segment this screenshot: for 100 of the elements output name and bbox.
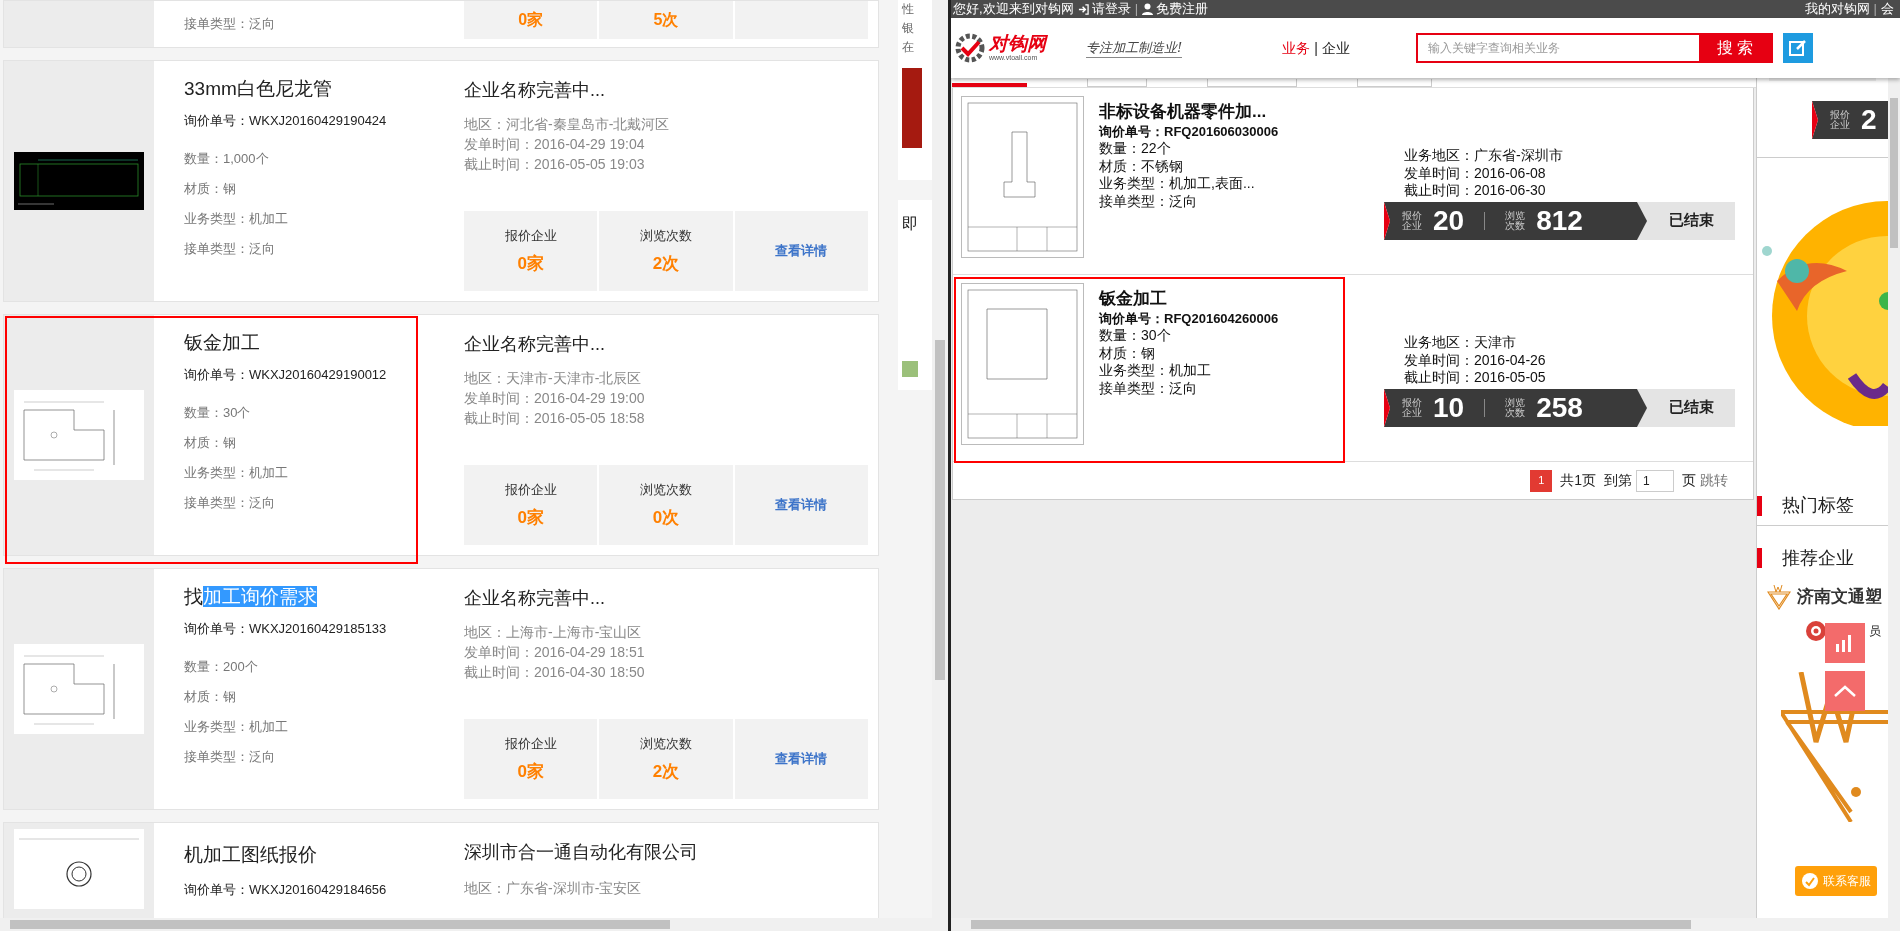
stat-value: 258 (1536, 393, 1583, 422)
nav-tab[interactable]: 企业 (1321, 37, 1350, 59)
detail-text: 接单类型：泛向 (184, 748, 276, 765)
user-icon (1142, 3, 1153, 15)
edit-button[interactable] (1782, 33, 1813, 63)
info-text: 发单时间：2016-04-29 19:04 (464, 135, 646, 154)
stat-value: 0家 (518, 10, 544, 30)
details-link[interactable]: 查看详情 (775, 749, 828, 769)
stat-label: 浏览次数 (640, 226, 692, 245)
side-text: 性银在 (902, 1, 914, 57)
stat-label: 报价企业 (504, 734, 557, 753)
detail-text: 数量：1,000个 (184, 150, 270, 167)
stat-value: 2次 (652, 253, 680, 275)
detail-text: 数量：22个 (1099, 140, 1172, 158)
company-name: 企业名称完善中... (464, 79, 606, 102)
section-heading: 热门标签 (1782, 494, 1854, 517)
section-heading: 推荐企业 (1782, 546, 1854, 570)
login-link[interactable]: 请登录 (1077, 0, 1131, 19)
stat-value: 5次 (653, 10, 679, 30)
listing-title[interactable]: 非标设备机器零件加... (1099, 101, 1384, 123)
detail-text: 接单类型：泛向 (184, 240, 276, 257)
logo-text: 对钩网 (989, 34, 1046, 54)
page-total: 共1页 (1560, 471, 1596, 490)
listing-title[interactable]: 找加工询价需求 (184, 583, 464, 611)
stat-value: 20 (1433, 206, 1465, 235)
stat-value: 0家 (517, 253, 544, 275)
info-text: 地区：天津市-天津市-北辰区 (464, 369, 643, 388)
detail-text: 数量：200个 (184, 658, 259, 675)
stat-label: 浏览次数 (1505, 210, 1527, 231)
listing-title[interactable]: 钣金加工 (1099, 288, 1384, 310)
company-name: 深圳市合一通自动化有限公司 (464, 841, 699, 864)
detail-text: 材质：钢 (184, 180, 237, 197)
info-text: 发单时间：2016-04-29 18:51 (464, 643, 646, 662)
status-text: 已结束 (1667, 210, 1715, 231)
status-text: 已结束 (1667, 397, 1715, 418)
stat-label: 报价企业 (1830, 110, 1851, 130)
chat-icon (1801, 872, 1819, 890)
listing-title[interactable]: 机加工图纸报价 (184, 841, 464, 870)
stat-value: 0家 (517, 761, 544, 783)
detail-text: 数量：30个 (1099, 327, 1172, 345)
scrollbar[interactable] (932, 0, 948, 918)
scrollbar[interactable] (1888, 78, 1900, 918)
info-text: 地区：河北省-秦皇岛市-北戴河区 (464, 115, 671, 134)
order-number: 询价单号：WKXJ20160429185133 (184, 620, 388, 638)
stat-value: 0次 (652, 507, 680, 529)
separator: | (1873, 0, 1877, 19)
info-text: 地区：广东省-深圳市-宝安区 (464, 879, 643, 898)
stats-button[interactable] (1825, 623, 1865, 663)
listing-title[interactable]: 钣金加工 (184, 329, 464, 357)
back-to-top-button[interactable] (1825, 671, 1865, 711)
gear-icon (953, 32, 987, 64)
company-name: 企业名称完善中... (464, 333, 606, 356)
order-number: 询价单号：WKXJ20160429190424 (184, 112, 388, 130)
detail-text: 业务类型：机加工 (184, 464, 289, 481)
detail-text: 业务类型：机加工 (1099, 362, 1212, 380)
company-name[interactable]: 济南文通塑 (1797, 584, 1882, 610)
badge-icon (1805, 620, 1827, 642)
info-text: 业务地区：天津市 (1404, 334, 1517, 352)
stat-value: 10 (1433, 393, 1465, 422)
search-button[interactable]: 搜索 (1700, 33, 1773, 63)
stat-label: 报价企业 (1402, 397, 1423, 418)
register-link[interactable]: 免费注册 (1142, 0, 1208, 19)
detail-text: 接单类型：泛向 (1099, 192, 1198, 210)
company-name: 企业名称完善中... (464, 587, 606, 610)
slogan-text: 专注加工制造业! (1086, 37, 1183, 59)
greeting-text: 您好,欢迎来到对钩网 (953, 0, 1074, 19)
details-link[interactable]: 查看详情 (775, 241, 828, 261)
info-text: 地区：上海市-上海市-宝山区 (464, 623, 643, 642)
stat-value: 0家 (517, 507, 544, 529)
listing-title[interactable]: 33mm白色尼龙管 (184, 75, 464, 103)
info-text: 截止时间：2016-05-05 18:58 (464, 409, 646, 428)
stat-label: 浏览次数 (640, 480, 692, 499)
details-link[interactable]: 查看详情 (775, 495, 828, 515)
goto-label: 到第 (1604, 471, 1632, 490)
scrollbar[interactable] (0, 918, 948, 931)
nav-tab[interactable]: 业务 (1282, 37, 1311, 59)
detail-text: 材质：钢 (184, 688, 237, 705)
top-link[interactable]: 我的对钩网 (1804, 0, 1870, 19)
page-input[interactable]: 1 (1636, 469, 1674, 492)
detail-text: 接单类型：泛向 (184, 15, 275, 34)
detail-text: 材质：钢 (1099, 344, 1156, 362)
top-link[interactable]: 会 (1881, 0, 1894, 19)
info-text: 业务地区：广东省-深圳市 (1404, 147, 1564, 165)
ad-image (902, 361, 918, 377)
stat-label: 浏览次数 (1505, 397, 1527, 418)
stat-label: 浏览次数 (640, 734, 692, 753)
stat-label: 报价企业 (504, 226, 557, 245)
chevron-up-icon (1834, 685, 1856, 697)
section-marker (1757, 495, 1762, 516)
jump-link[interactable]: 跳转 (1700, 470, 1728, 491)
search-field[interactable]: 输入关键字查询相关业务 (1415, 33, 1701, 63)
scrollbar[interactable] (951, 918, 1900, 931)
section-heading: 即 (902, 214, 919, 234)
stat-label: 报价企业 (504, 480, 557, 499)
page-button[interactable]: 1 (1530, 469, 1553, 492)
detail-text: 材质：不锈钢 (1099, 157, 1184, 175)
detail-text: 数量：30个 (184, 404, 252, 421)
order-number: 询价单号：WKXJ20160429190012 (184, 366, 388, 384)
separator: | (1314, 38, 1318, 58)
stat-value: 2 (1861, 106, 1877, 134)
